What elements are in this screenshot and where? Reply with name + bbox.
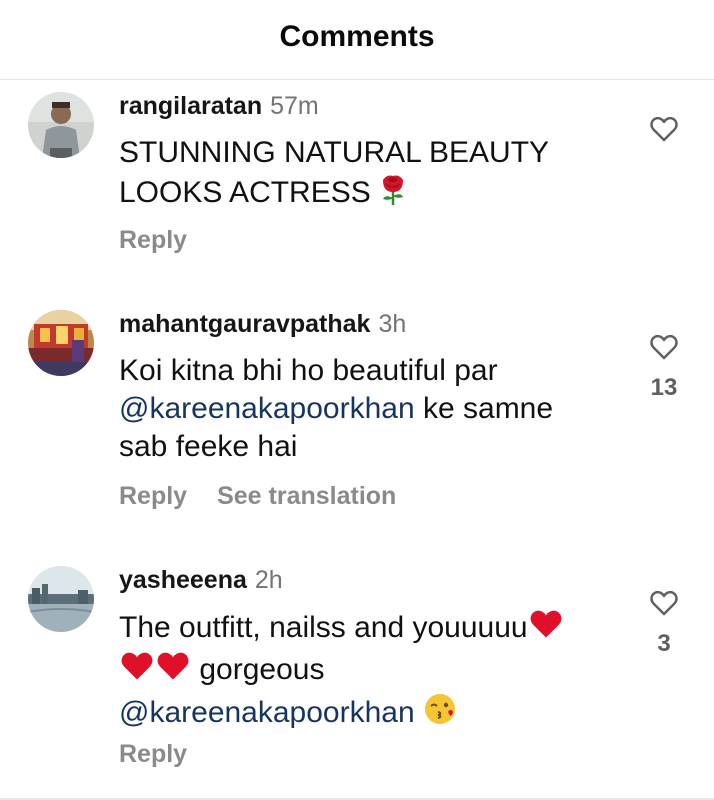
comment-text-line-wrap: The outfitt, nailss and youuuuu (119, 608, 619, 650)
red-heart-emoji (528, 608, 564, 650)
username[interactable]: mahantgauravpathak (119, 310, 370, 338)
heart-icon[interactable] (640, 334, 688, 360)
comments-header: Comments (0, 0, 714, 80)
page-title: Comments (279, 20, 435, 53)
avatar[interactable] (28, 92, 94, 158)
comment-text-line-wrap: LOOKS ACTRESS (119, 172, 619, 216)
avatar[interactable] (28, 566, 94, 632)
comment-actions: Reply (119, 226, 187, 255)
comment-text: Koi kitna bhi ho beautiful par @kareenak… (119, 352, 619, 466)
reply-button[interactable]: Reply (119, 226, 187, 254)
comment-item: rangilaratan 57m STUNNING NATURAL BEAUTY … (0, 92, 714, 272)
comment-actions: Reply (119, 740, 187, 769)
comment-text-line: The outfitt, nailss and youuuuu (119, 610, 528, 644)
heart-icon[interactable] (640, 590, 688, 616)
comment-meta: yasheeena 2h (119, 566, 283, 595)
comment-text-line-wrap: @kareenakapoorkhan ke samne (119, 390, 619, 428)
red-heart-emoji (119, 650, 155, 692)
like-control (640, 116, 688, 142)
like-count: 3 (657, 630, 671, 657)
comment-text-line-wrap: gorgeous (119, 650, 619, 692)
rose-emoji (379, 172, 407, 216)
reply-button[interactable]: Reply (119, 482, 187, 510)
reply-button[interactable]: Reply (119, 740, 187, 768)
comment-text-line: Koi kitna bhi ho beautiful par (119, 354, 498, 387)
timestamp: 57m (270, 92, 319, 120)
comment-text-line: ke samne (414, 392, 554, 425)
comment-item: mahantgauravpathak 3h Koi kitna bhi ho be… (0, 310, 714, 520)
comment-actions: Reply See translation (119, 482, 396, 511)
avatar[interactable] (28, 310, 94, 376)
like-control: 13 (640, 334, 688, 402)
comment-meta: rangilaratan 57m (119, 92, 319, 121)
username[interactable]: rangilaratan (119, 92, 262, 120)
mention-link[interactable]: @kareenakapoorkhan (119, 392, 415, 425)
username[interactable]: yasheeena (119, 566, 247, 594)
red-heart-emoji (155, 650, 191, 692)
comment-text-line: LOOKS ACTRESS (119, 175, 371, 209)
comment-text: STUNNING NATURAL BEAUTY LOOKS ACTRESS (119, 134, 619, 216)
comment-item: yasheeena 2h The outfitt, nailss and youu… (0, 566, 714, 771)
like-control: 3 (640, 590, 688, 658)
see-translation-button[interactable]: See translation (217, 482, 396, 510)
timestamp: 2h (254, 566, 283, 594)
comment-text: The outfitt, nailss and youuuuu gorgeous… (119, 608, 619, 736)
like-count: 13 (650, 374, 678, 401)
timestamp: 3h (378, 310, 407, 338)
mention-link[interactable]: @kareenakapoorkhan (119, 696, 415, 729)
comment-text-line-wrap: @kareenakapoorkhan (119, 692, 619, 736)
kissing-face-emoji (423, 692, 457, 736)
comment-meta: mahantgauravpathak 3h (119, 310, 406, 339)
heart-icon[interactable] (640, 116, 688, 142)
comment-text-line: gorgeous (199, 652, 325, 686)
comment-text-line: sab feeke hai (119, 430, 298, 463)
comment-text-line: STUNNING NATURAL BEAUTY (119, 136, 550, 169)
